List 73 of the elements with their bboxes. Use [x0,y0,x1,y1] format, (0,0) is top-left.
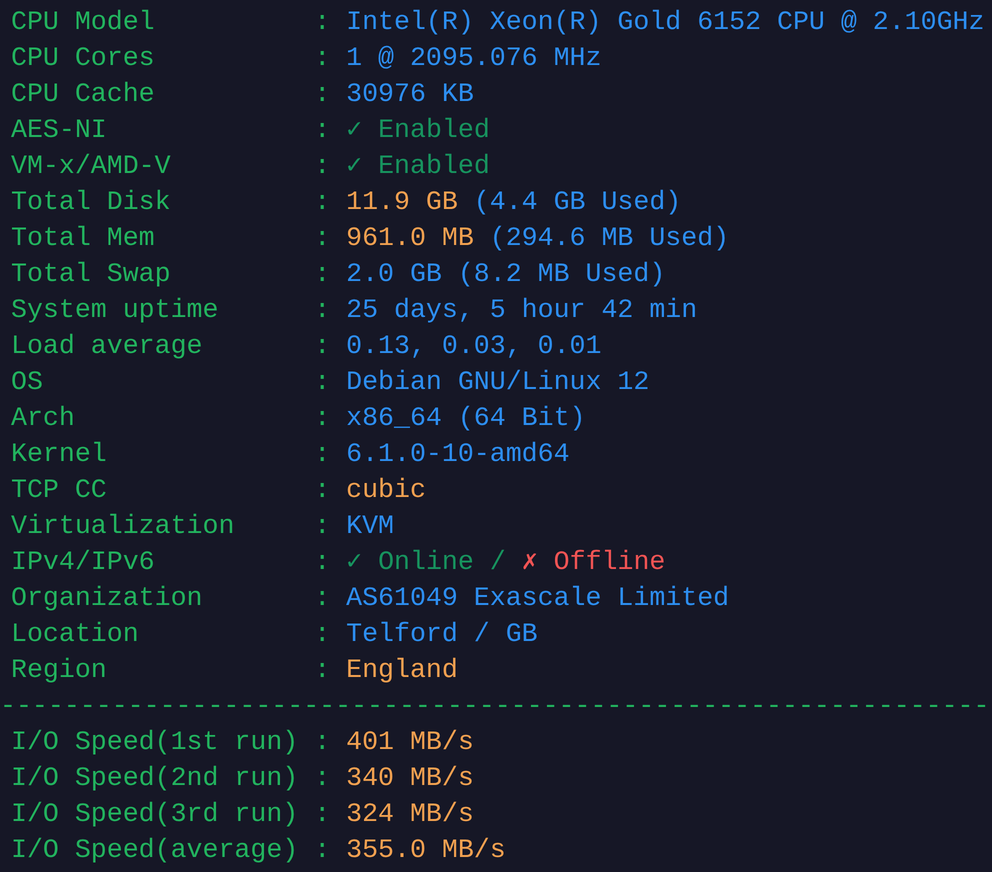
field-value: England [346,654,458,687]
colon-separator: : [314,366,330,399]
field-value: 340 MB/s [346,762,474,795]
field-label: System uptime [11,294,220,327]
colon-separator: : [314,258,330,291]
field-label: OS [11,366,44,399]
field-value: 401 MB/s [346,726,474,759]
field-label: Total Disk [11,186,172,219]
field-value: AS61049 Exascale Limited [346,582,730,615]
field-value: Intel(R) Xeon(R) Gold 6152 CPU @ 2.10GHz [346,6,984,39]
field-value: Telford / GB [346,618,538,651]
colon-separator: : [314,438,330,471]
field-label: Organization [11,582,204,615]
colon-separator: : [314,546,330,579]
field-label: Virtualization [11,510,236,543]
colon-separator: : [314,150,330,183]
field-value: ✓ Enabled [346,150,490,183]
field-label: CPU Model [11,6,156,39]
colon-separator: : [314,798,330,831]
field-label: VM-x/AMD-V [11,150,172,183]
colon-separator: : [314,654,330,687]
field-label: Arch [11,402,76,435]
colon-separator: : [314,6,330,39]
colon-separator: : [314,42,330,75]
field-value: Debian GNU/Linux 12 [346,366,650,399]
field-value: 324 MB/s [346,798,474,831]
field-value: (294.6 MB Used) [490,222,730,255]
colon-separator: : [314,186,330,219]
colon-separator: : [314,294,330,327]
field-label: Load average [11,330,204,363]
field-label: Region [11,654,108,687]
field-value: 1 @ 2095.076 MHz [346,42,602,75]
colon-separator: : [314,726,330,759]
field-value: x86_64 (64 Bit) [346,402,586,435]
field-label: Kernel [11,438,108,471]
colon-separator: : [314,510,330,543]
field-label: CPU Cache [11,78,156,111]
field-value: 11.9 GB [346,186,458,219]
field-value: ✗ Offline [522,546,666,579]
field-value: 30976 KB [346,78,474,111]
field-label: I/O Speed(2nd run) [11,762,300,795]
colon-separator: : [314,834,330,867]
colon-separator: : [314,402,330,435]
field-label: Total Swap [11,258,172,291]
field-label: I/O Speed(3rd run) [11,798,300,831]
field-label: Location [11,618,140,651]
colon-separator: : [314,474,330,507]
field-label: Total Mem [11,222,156,255]
field-label: TCP CC [11,474,108,507]
field-value: 961.0 MB [346,222,474,255]
field-value: KVM [346,510,394,543]
field-value: 355.0 MB/s [346,834,506,867]
field-label: I/O Speed(1st run) [11,726,300,759]
field-label: AES-NI [11,114,108,147]
field-value: cubic [346,474,426,507]
field-value: 0.13, 0.03, 0.01 [346,330,602,363]
colon-separator: : [314,330,330,363]
field-label: I/O Speed(average) [11,834,300,867]
colon-separator: : [314,114,330,147]
dashed-divider: -------------------------------------------------------------- [0,690,990,723]
colon-separator: : [314,618,330,651]
colon-separator: : [314,762,330,795]
field-value: (4.4 GB Used) [474,186,682,219]
colon-separator: : [314,78,330,111]
field-value: 25 days, 5 hour 42 min [346,294,698,327]
field-value: 2.0 GB (8.2 MB Used) [346,258,666,291]
field-value: 6.1.0-10-amd64 [346,438,570,471]
field-label: CPU Cores [11,42,156,75]
colon-separator: : [314,222,330,255]
field-label: IPv4/IPv6 [11,546,156,579]
field-value: ✓ Enabled [346,114,490,147]
colon-separator: : [314,582,330,615]
field-value: ✓ Online / [346,546,506,579]
